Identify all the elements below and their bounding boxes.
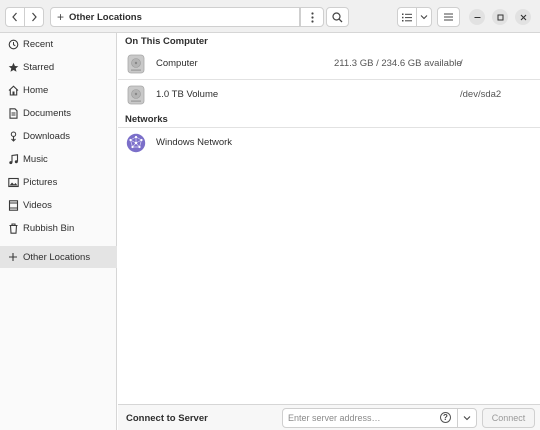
- sidebar-item-label: Downloads: [23, 130, 70, 142]
- location-name: 1.0 TB Volume: [156, 89, 219, 100]
- sidebar-item-rubbish-bin[interactable]: Rubbish Bin: [0, 217, 117, 239]
- section-title-networks: Networks: [125, 114, 168, 125]
- disk-usage: 211.3 GB / 234.6 GB available: [334, 58, 462, 69]
- location-row-computer[interactable]: Computer 211.3 GB / 234.6 GB available /: [118, 49, 540, 79]
- minimize-button[interactable]: [469, 9, 485, 25]
- section-title-on-this-computer: On This Computer: [125, 36, 208, 47]
- network-icon: [126, 133, 146, 153]
- sidebar-item-label: Starred: [23, 61, 55, 73]
- drive-icon: [127, 54, 145, 74]
- sidebar-item-label: Videos: [23, 199, 52, 211]
- maximize-button[interactable]: [492, 9, 508, 25]
- sidebar-item-starred[interactable]: Starred: [0, 56, 117, 78]
- location-row-1tb-volume[interactable]: 1.0 TB Volume /dev/sda2: [118, 80, 540, 110]
- sidebar-item-recent[interactable]: Recent: [0, 33, 117, 55]
- document-icon: [7, 107, 19, 119]
- chevron-right-icon: [32, 12, 37, 22]
- main-menu-button[interactable]: [437, 7, 460, 27]
- sidebar-item-label: Home: [23, 84, 49, 96]
- search-icon: [332, 11, 343, 22]
- home-icon: [7, 84, 19, 96]
- connect-button[interactable]: Connect: [482, 408, 535, 428]
- hamburger-icon: [444, 13, 453, 21]
- picture-icon: [7, 176, 19, 188]
- drive-icon: [127, 85, 145, 105]
- help-icon[interactable]: ?: [440, 412, 451, 423]
- sidebar-item-downloads[interactable]: Downloads: [0, 125, 117, 147]
- clock-icon: [7, 38, 19, 50]
- plus-icon: +: [57, 10, 65, 24]
- server-address-input[interactable]: [282, 408, 458, 428]
- plus-icon: [7, 251, 19, 263]
- connect-to-server-bar: Connect to Server ? Connect: [118, 404, 540, 430]
- close-button[interactable]: [515, 9, 531, 25]
- mount-point: /: [460, 58, 463, 69]
- forward-button[interactable]: [24, 7, 44, 27]
- sidebar-item-pictures[interactable]: Pictures: [0, 171, 117, 193]
- location-name: Computer: [156, 58, 198, 69]
- sidebar-item-music[interactable]: Music: [0, 148, 117, 170]
- location-label: Other Locations: [69, 11, 142, 23]
- trash-icon: [7, 222, 19, 234]
- sidebar-item-label: Documents: [23, 107, 72, 119]
- maximize-icon: [497, 14, 503, 20]
- location-row-windows-network[interactable]: Windows Network: [118, 128, 540, 158]
- connect-to-server-label: Connect to Server: [126, 413, 208, 424]
- star-icon: [7, 61, 19, 73]
- list-view-icon: [402, 13, 412, 21]
- sidebar-item-label: Rubbish Bin: [23, 222, 75, 234]
- vertical-dots-icon: [310, 11, 314, 23]
- sidebar-item-label: Recent: [23, 38, 54, 50]
- back-button[interactable]: [5, 7, 25, 27]
- sidebar: Recent Starred Home Documents Downloads …: [0, 33, 117, 430]
- chevron-down-icon: [463, 416, 471, 421]
- location-name: Windows Network: [156, 137, 233, 148]
- header-bar: + Other Locations: [0, 0, 540, 33]
- sidebar-item-documents[interactable]: Documents: [0, 102, 117, 124]
- server-history-dropdown[interactable]: [457, 408, 477, 428]
- locations-view: On This Computer Computer 211.3 GB / 234…: [118, 33, 540, 404]
- view-toggle-button[interactable]: [397, 7, 417, 27]
- close-icon: [520, 14, 526, 20]
- sidebar-item-home[interactable]: Home: [0, 79, 117, 101]
- sidebar-item-label: Music: [23, 153, 48, 165]
- sidebar-item-videos[interactable]: Videos: [0, 194, 117, 216]
- chevron-left-icon: [12, 12, 17, 22]
- sidebar-item-label: Pictures: [23, 176, 58, 188]
- download-icon: [7, 130, 19, 142]
- video-icon: [7, 199, 19, 211]
- sidebar-item-label: Other Locations: [23, 251, 91, 263]
- minimize-icon: [474, 16, 480, 18]
- sidebar-item-other-locations[interactable]: Other Locations: [0, 246, 117, 268]
- view-menu-button[interactable]: [416, 7, 432, 27]
- search-button[interactable]: [326, 7, 349, 27]
- location-pathbar[interactable]: + Other Locations: [50, 7, 300, 27]
- chevron-down-icon: [420, 15, 428, 20]
- path-menu-button[interactable]: [300, 7, 324, 27]
- music-icon: [7, 153, 19, 165]
- mount-point: /dev/sda2: [460, 89, 502, 100]
